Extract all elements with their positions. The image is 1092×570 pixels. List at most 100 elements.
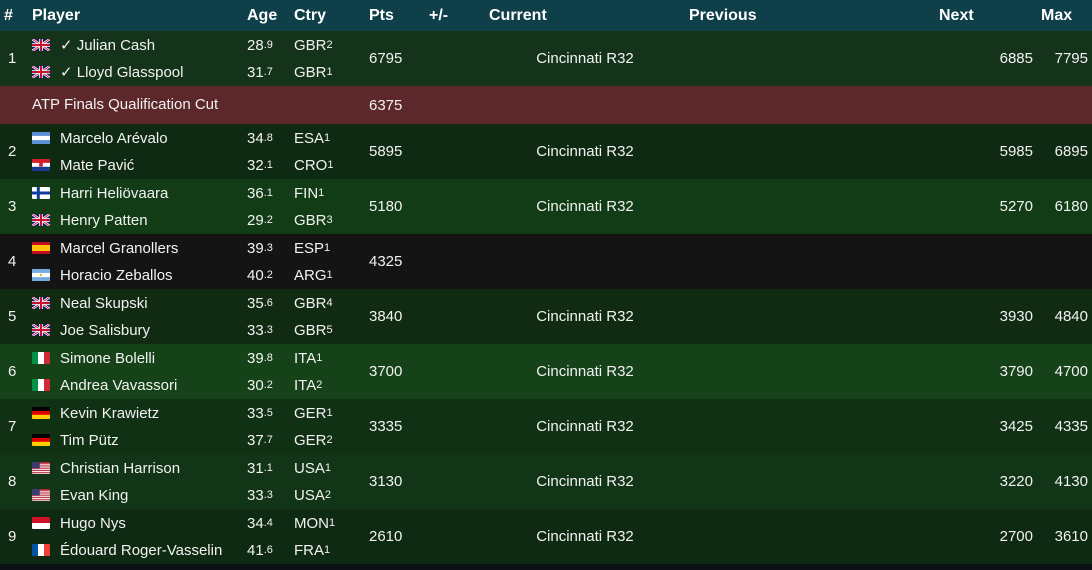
cut-rest — [425, 86, 1092, 124]
table-row[interactable]: 5 Neal Skupski Joe Salisbury 35.6 33.3 GBR 4 GB… — [0, 289, 1092, 344]
table-row[interactable]: 9 Hugo Nys Édouard Roger-Vasselin 34.4 41.6 M… — [0, 509, 1092, 564]
team-points-value: 4325 — [369, 253, 403, 270]
team-previous — [685, 124, 935, 179]
country-rank: 2 — [326, 434, 333, 446]
header-pts[interactable]: Pts — [365, 0, 425, 31]
age-line: 33.3 — [247, 482, 286, 509]
player-name-link[interactable]: ✓ Julian Cash — [60, 36, 155, 54]
es-flag-icon — [32, 242, 50, 254]
age-years: 40 — [247, 266, 264, 284]
country-code: USA — [294, 459, 325, 477]
header-player[interactable]: Player — [28, 0, 243, 31]
country-rank: 1 — [326, 66, 333, 78]
player-name-link[interactable]: Marcel Granollers — [60, 240, 178, 257]
player-name-link[interactable]: Kevin Krawietz — [60, 405, 159, 422]
country-line: MON 1 — [294, 510, 361, 537]
header-ctry[interactable]: Ctry — [290, 0, 365, 31]
player-name-link[interactable]: Harri Heliövaara — [60, 185, 168, 202]
player-line: Marcelo Arévalo — [32, 125, 239, 152]
country-code: CRO — [294, 156, 328, 174]
player-name-link[interactable]: Evan King — [60, 487, 128, 504]
player-name-link[interactable]: Christian Harrison — [60, 460, 180, 477]
country-code: GBR — [294, 321, 327, 339]
country-rank: 1 — [318, 187, 325, 199]
team-ages: 39.3 40.2 — [243, 234, 290, 289]
header-change[interactable]: +/- — [425, 0, 485, 31]
team-current: Cincinnati R32 — [485, 344, 685, 399]
next-points: 3425 — [999, 418, 1033, 435]
team-points-value: 3700 — [369, 363, 403, 380]
age-years: 33 — [247, 486, 264, 504]
age-line: 40.2 — [247, 262, 286, 289]
table-row[interactable]: 2 Marcelo Arévalo Mate Pavić 34.8 32.1 ESA 1 CR… — [0, 124, 1092, 179]
country-line: ITA 1 — [294, 345, 361, 372]
age-decimal: .6 — [263, 297, 273, 309]
table-row[interactable]: 3 Harri Heliövaara Henry Patten 36.1 29.2 FIN… — [0, 179, 1092, 234]
age-years: 34 — [247, 514, 264, 532]
header-current[interactable]: Current — [485, 0, 685, 31]
country-line: ESP 1 — [294, 235, 361, 262]
cut-label: ATP Finals Qualification Cut — [28, 86, 365, 124]
current-tournament: Cincinnati R32 — [536, 308, 634, 325]
team-max: 4130 — [1037, 454, 1092, 509]
header-previous[interactable]: Previous — [685, 0, 935, 31]
team-points-value: 3335 — [369, 418, 403, 435]
player-name-link[interactable]: Horacio Zeballos — [60, 267, 173, 284]
team-max: 4335 — [1037, 399, 1092, 454]
country-line: ARG 1 — [294, 262, 361, 289]
table-row[interactable]: 1 ✓ Julian Cash ✓ Lloyd Glasspool 28.9 31.7 G… — [0, 31, 1092, 86]
age-decimal: .3 — [263, 324, 273, 336]
player-line: Tim Pütz — [32, 427, 239, 454]
player-name-link[interactable]: Édouard Roger-Vasselin — [60, 542, 222, 559]
player-name-link[interactable]: Neal Skupski — [60, 295, 148, 312]
header-next[interactable]: Next — [935, 0, 1037, 31]
age-line: 32.1 — [247, 152, 286, 179]
max-points: 7795 — [1054, 50, 1088, 67]
age-decimal: .4 — [263, 517, 273, 529]
country-line: GBR 4 — [294, 290, 361, 317]
max-points: 6180 — [1054, 198, 1088, 215]
age-decimal: .7 — [263, 434, 273, 446]
team-next: 3220 — [935, 454, 1037, 509]
player-line: Hugo Nys — [32, 510, 239, 537]
player-name-link[interactable]: Marcelo Arévalo — [60, 130, 168, 147]
player-name-link[interactable]: Mate Pavić — [60, 157, 134, 174]
team-players: Kevin Krawietz Tim Pütz — [28, 399, 243, 454]
max-points: 4130 — [1054, 473, 1088, 490]
team-next: 5270 — [935, 179, 1037, 234]
table-row[interactable]: 8 Christian Harrison Evan King 31.1 33.3 USA 1… — [0, 454, 1092, 509]
country-line: ITA 2 — [294, 372, 361, 399]
team-change — [425, 179, 485, 234]
max-points: 4700 — [1054, 363, 1088, 380]
player-name-link[interactable]: Simone Bolelli — [60, 350, 155, 367]
player-line: ✓ Julian Cash — [32, 32, 239, 59]
de-flag-icon — [32, 434, 50, 446]
player-line: Henry Patten — [32, 207, 239, 234]
player-name-link[interactable]: ✓ Lloyd Glasspool — [60, 63, 183, 81]
age-years: 28 — [247, 36, 264, 54]
table-row[interactable]: 4 Marcel Granollers Horacio Zeballos 39.3 40… — [0, 234, 1092, 289]
team-points: 6795 — [365, 31, 425, 86]
max-points: 3610 — [1054, 528, 1088, 545]
us-flag-icon — [32, 462, 50, 474]
age-years: 41 — [247, 541, 264, 559]
team-max — [1037, 234, 1092, 289]
header-rank[interactable]: # — [0, 0, 28, 31]
header-age[interactable]: Age — [243, 0, 290, 31]
header-max[interactable]: Max — [1037, 0, 1092, 31]
max-points: 6895 — [1054, 143, 1088, 160]
table-row[interactable]: 7 Kevin Krawietz Tim Pütz 33.5 37.7 GER 1 GER 2 3… — [0, 399, 1092, 454]
country-rank: 5 — [326, 324, 333, 336]
table-row[interactable]: 6 Simone Bolelli Andrea Vavassori 39.8 30.2 I… — [0, 344, 1092, 399]
player-name-link[interactable]: Joe Salisbury — [60, 322, 150, 339]
player-line: Joe Salisbury — [32, 317, 239, 344]
age-line: 31.7 — [247, 59, 286, 86]
player-name-link[interactable]: Andrea Vavassori — [60, 377, 177, 394]
team-rank-value: 9 — [8, 528, 17, 545]
country-code: GER — [294, 404, 327, 422]
player-name-link[interactable]: Tim Pütz — [60, 432, 119, 449]
player-name-link[interactable]: Hugo Nys — [60, 515, 126, 532]
cut-label-text: ATP Finals Qualification Cut — [32, 96, 219, 113]
country-code: GBR — [294, 211, 327, 229]
player-name-link[interactable]: Henry Patten — [60, 212, 148, 229]
